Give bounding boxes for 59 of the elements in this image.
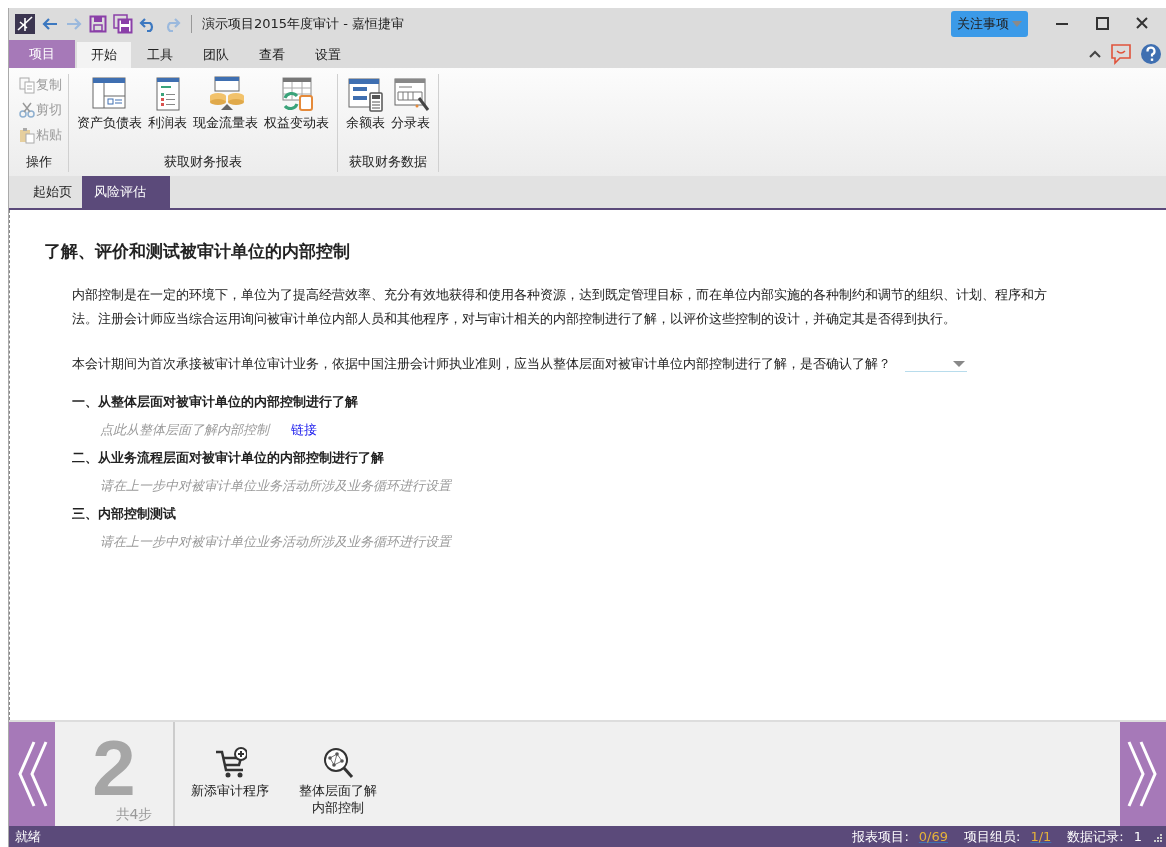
collapse-ribbon-icon[interactable] bbox=[1088, 49, 1102, 59]
step-action-button[interactable]: 新添审计程序 bbox=[177, 722, 283, 826]
window-title: 演示项目2015年度审计 - 嘉恒捷审 bbox=[202, 15, 405, 33]
step-action-button[interactable]: 整体层面了解 内部控制 bbox=[285, 722, 391, 826]
app-logo-icon bbox=[15, 14, 35, 34]
ribbon-button[interactable]: 余额表 bbox=[344, 76, 387, 136]
ribbon-button[interactable]: 分录表 bbox=[389, 76, 432, 136]
document-tab[interactable]: 风险评估 bbox=[82, 176, 170, 208]
status-link[interactable]: 1/1 bbox=[1030, 829, 1052, 844]
step-number: 2 bbox=[92, 730, 136, 806]
hint-text: 点此从整体层面了解内部控制 bbox=[100, 421, 269, 439]
description-paragraph: 内部控制是在一定的环境下，单位为了提高经营效率、充分有效地获得和使用各种资源，达到既定管理目标，而在单位内部实施的各种制约和调节的组织、计划、程序和方法。注册会计师应当综合运用询问被审计单位内部人员和其他程序，对与审计相关的内部控制进行了解，以评价这些控制的设计，并确定其是否得到执行。 bbox=[72, 286, 1048, 328]
page-heading: 了解、评价和测试被审计单位的内部控制 bbox=[44, 240, 351, 263]
status-value: 1 bbox=[1133, 829, 1142, 844]
link[interactable]: 链接 bbox=[291, 419, 317, 441]
ribbon-tab[interactable]: 工具 bbox=[133, 42, 187, 68]
caret-icon bbox=[953, 360, 965, 367]
ribbon-tab[interactable]: 设置 bbox=[301, 42, 355, 68]
group-label: 获取财务报表 bbox=[163, 153, 243, 171]
next-step-button[interactable] bbox=[1120, 722, 1166, 826]
ribbon-button[interactable]: 权益变动表 bbox=[262, 76, 331, 136]
status-label: 数据记录: bbox=[1067, 827, 1124, 846]
group-label: 获取财务数据 bbox=[348, 153, 428, 171]
save-icon[interactable] bbox=[89, 15, 107, 33]
calculator-icon bbox=[346, 76, 385, 112]
caret-icon bbox=[1012, 21, 1022, 27]
ribbon-button[interactable]: 资产负债表 bbox=[75, 76, 144, 136]
section-heading: 三、内部控制测试 bbox=[72, 505, 177, 523]
ribbon-tab[interactable]: 团队 bbox=[189, 42, 243, 68]
hint-text: 请在上一步中对被审计单位业务活动所涉及业务循环进行设置 bbox=[100, 477, 451, 495]
ribbon-tab[interactable]: 查看 bbox=[245, 42, 299, 68]
cart-plus-icon bbox=[213, 746, 247, 780]
save-all-icon[interactable] bbox=[113, 14, 133, 34]
back-arrow-icon[interactable] bbox=[41, 16, 59, 32]
scissors-icon bbox=[19, 101, 35, 119]
ribbon-button[interactable]: 利润表 bbox=[146, 76, 189, 136]
help-icon[interactable] bbox=[1140, 43, 1162, 65]
status-text: 就绪 bbox=[15, 827, 41, 846]
document-tab[interactable]: 起始页 bbox=[23, 176, 82, 208]
status-label: 项目组员: bbox=[964, 827, 1021, 846]
hint-text: 请在上一步中对被审计单位业务活动所涉及业务循环进行设置 bbox=[100, 533, 451, 551]
chat-bubble-icon[interactable] bbox=[1110, 43, 1132, 65]
clipboard-icon bbox=[19, 126, 35, 144]
ribbon-button[interactable]: 现金流量表 bbox=[191, 76, 260, 136]
table-icon bbox=[90, 76, 129, 112]
ribbon-tab[interactable]: 开始 bbox=[77, 42, 131, 68]
table-pen-icon bbox=[391, 76, 430, 112]
section-heading: 一、从整体层面对被审计单位的内部控制进行了解 bbox=[72, 393, 359, 411]
status-link[interactable]: 0/69 bbox=[918, 829, 948, 844]
magnifier-network-icon bbox=[321, 746, 355, 780]
step-total: 共4步 bbox=[115, 806, 153, 824]
attention-dropdown[interactable]: 关注事项 bbox=[951, 11, 1028, 37]
group-label: 操作 bbox=[24, 153, 53, 171]
copy-icon bbox=[19, 76, 35, 94]
resize-grip-icon bbox=[1152, 831, 1162, 842]
section-heading: 二、从业务流程层面对被审计单位的内部控制进行了解 bbox=[72, 449, 385, 467]
status-label: 报表项目: bbox=[852, 827, 909, 846]
question-text: 本会计期间为首次承接被审计单位审计业务，依据中国注册会计师执业准则，应当从整体层面对被审计单位内部控制进行了解，是否确认了解？ bbox=[72, 355, 891, 373]
previous-step-button[interactable] bbox=[9, 722, 55, 826]
